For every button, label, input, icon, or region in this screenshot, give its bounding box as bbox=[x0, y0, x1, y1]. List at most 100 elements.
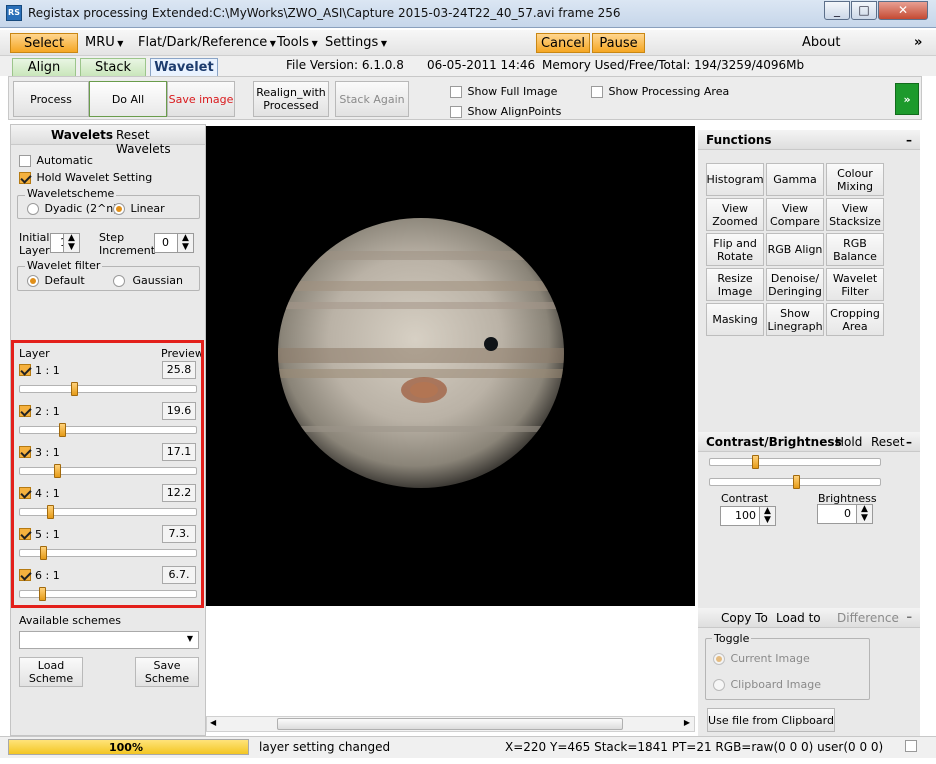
load-to-button[interactable]: Load to bbox=[776, 611, 821, 625]
scroll-right-icon[interactable]: ▶ bbox=[684, 718, 690, 727]
show-processing-area-checkbox[interactable] bbox=[591, 86, 603, 98]
current-image-option[interactable]: Current Image bbox=[713, 652, 810, 665]
automatic-option[interactable]: Automatic bbox=[19, 154, 93, 167]
app-icon: RS bbox=[6, 5, 22, 21]
function-button-histogram[interactable]: Histogram bbox=[706, 163, 764, 196]
gaussian-filter-radio[interactable] bbox=[113, 275, 125, 287]
do-all-button[interactable]: Do All bbox=[89, 81, 167, 117]
show-processing-area-option[interactable]: Show Processing Area bbox=[591, 85, 729, 98]
dropdown-arrow-icon: ▼ bbox=[309, 39, 318, 48]
contrast-slider[interactable] bbox=[709, 455, 881, 469]
hold-wavelet-checkbox[interactable] bbox=[19, 172, 31, 184]
step-increment-spinner[interactable]: 0 ▲ ▼ bbox=[154, 233, 194, 253]
stack-again-button[interactable]: Stack Again bbox=[335, 81, 409, 117]
spinner-arrows-icon[interactable]: ▲ ▼ bbox=[856, 505, 872, 523]
tab-stack[interactable]: Stack bbox=[80, 58, 146, 76]
show-full-image-option[interactable]: Show Full Image bbox=[450, 85, 557, 98]
clipboard-image-radio[interactable] bbox=[713, 679, 725, 691]
close-button[interactable]: ✕ bbox=[878, 1, 928, 20]
function-button-show-linegraph[interactable]: Show Linegraph bbox=[766, 303, 824, 336]
current-image-radio[interactable] bbox=[713, 653, 725, 665]
initial-layer-spinner[interactable]: 1 ▲▼ bbox=[50, 233, 80, 253]
collapse-icon[interactable]: – bbox=[906, 130, 912, 150]
function-button-view-compare[interactable]: View Compare bbox=[766, 198, 824, 231]
linear-option[interactable]: Linear bbox=[113, 202, 165, 215]
show-alignpoints-checkbox[interactable] bbox=[450, 106, 462, 118]
process-button[interactable]: Process bbox=[13, 81, 89, 117]
spinner-arrows-icon[interactable]: ▲ ▼ bbox=[177, 234, 193, 252]
hold-button[interactable]: Hold bbox=[835, 432, 862, 452]
image-viewport[interactable] bbox=[206, 126, 695, 606]
gaussian-filter-option[interactable]: Gaussian bbox=[113, 274, 183, 287]
function-button-gamma[interactable]: Gamma bbox=[766, 163, 824, 196]
settings-menu[interactable]: Settings ▼ bbox=[325, 33, 387, 53]
function-button-cropping-area[interactable]: Cropping Area bbox=[826, 303, 884, 336]
spinner-arrows-icon[interactable]: ▲ ▼ bbox=[63, 234, 79, 252]
save-scheme-button[interactable]: Save Scheme bbox=[135, 657, 199, 687]
dyadic-option[interactable]: Dyadic (2^n) bbox=[27, 202, 118, 215]
maximize-button[interactable]: □ bbox=[851, 1, 877, 20]
collapse-icon[interactable]: – bbox=[907, 610, 913, 623]
select-menu[interactable]: Select bbox=[10, 33, 78, 53]
linear-radio[interactable] bbox=[113, 203, 125, 215]
scroll-left-icon[interactable]: ◀ bbox=[210, 718, 216, 727]
scrollbar-thumb[interactable] bbox=[277, 718, 623, 730]
status-message: layer setting changed bbox=[259, 740, 391, 754]
reset-button[interactable]: Reset bbox=[871, 432, 905, 452]
automatic-label: Automatic bbox=[36, 154, 93, 167]
show-full-image-label: Show Full Image bbox=[467, 85, 558, 98]
spinner-arrows-icon[interactable]: ▲ ▼ bbox=[759, 507, 775, 525]
cancel-button[interactable]: Cancel bbox=[536, 33, 590, 53]
menu-overflow-icon[interactable]: » bbox=[914, 33, 922, 53]
load-scheme-button[interactable]: Load Scheme bbox=[19, 657, 83, 687]
brightness-slider[interactable] bbox=[709, 475, 881, 489]
horizontal-scrollbar[interactable]: ◀ ▶ bbox=[206, 716, 695, 732]
function-button-wavelet-filter[interactable]: Wavelet Filter bbox=[826, 268, 884, 301]
hold-wavelet-option[interactable]: Hold Wavelet Setting bbox=[19, 171, 152, 184]
dyadic-radio[interactable] bbox=[27, 203, 39, 215]
function-button-resize-image[interactable]: Resize Image bbox=[706, 268, 764, 301]
difference-button[interactable]: Difference bbox=[837, 611, 899, 625]
copy-to-button[interactable]: Copy To bbox=[721, 611, 768, 625]
about-menu[interactable]: About bbox=[802, 33, 840, 53]
show-full-image-checkbox[interactable] bbox=[450, 86, 462, 98]
automatic-checkbox[interactable] bbox=[19, 155, 31, 167]
flat-dark-reference-menu[interactable]: Flat/Dark/Reference ▼ bbox=[138, 33, 276, 53]
default-filter-radio[interactable] bbox=[27, 275, 39, 287]
mru-label: MRU bbox=[85, 35, 115, 50]
function-button-rgb-align[interactable]: RGB Align bbox=[766, 233, 824, 266]
reset-wavelets-button[interactable]: Reset Wavelets bbox=[116, 128, 205, 156]
expand-toolbar-icon[interactable]: » bbox=[895, 83, 919, 115]
realign-button[interactable]: Realign_with Processed bbox=[253, 81, 329, 117]
function-button-flip-and-rotate[interactable]: Flip and Rotate bbox=[706, 233, 764, 266]
image-blank-area bbox=[206, 606, 695, 716]
function-button-denoise-deringing[interactable]: Denoise/ Deringing bbox=[766, 268, 824, 301]
function-button-rgb-balance[interactable]: RGB Balance bbox=[826, 233, 884, 266]
function-button-masking[interactable]: Masking bbox=[706, 303, 764, 336]
available-schemes-select[interactable]: ▼ bbox=[19, 631, 199, 649]
mru-menu[interactable]: MRU ▼ bbox=[85, 33, 123, 53]
current-image-label: Current Image bbox=[730, 652, 810, 665]
linear-label: Linear bbox=[130, 202, 165, 215]
contrast-slider-thumb[interactable] bbox=[752, 455, 759, 469]
clipboard-image-option[interactable]: Clipboard Image bbox=[713, 678, 821, 691]
dyadic-label: Dyadic (2^n) bbox=[44, 202, 118, 215]
tab-wavelet[interactable]: Wavelet bbox=[150, 58, 218, 76]
minimize-button[interactable]: _ bbox=[824, 1, 850, 20]
pause-button[interactable]: Pause bbox=[592, 33, 645, 53]
tab-align[interactable]: Align bbox=[12, 58, 76, 76]
title-bar: RS Registax processing Extended:C:\MyWor… bbox=[0, 0, 936, 28]
function-button-view-stacksize[interactable]: View Stacksize bbox=[826, 198, 884, 231]
brightness-slider-thumb[interactable] bbox=[793, 475, 800, 489]
collapse-icon[interactable]: – bbox=[906, 432, 912, 452]
layer-highlight-box bbox=[11, 340, 204, 608]
function-button-colour-mixing[interactable]: Colour Mixing bbox=[826, 163, 884, 196]
use-clipboard-button[interactable]: Use file from Clipboard bbox=[707, 708, 835, 732]
brightness-spinner[interactable]: 0 ▲ ▼ bbox=[817, 504, 873, 524]
contrast-spinner[interactable]: 100 ▲ ▼ bbox=[720, 506, 776, 526]
function-button-view-zoomed[interactable]: View Zoomed bbox=[706, 198, 764, 231]
tools-menu[interactable]: Tools ▼ bbox=[277, 33, 318, 53]
default-filter-option[interactable]: Default bbox=[27, 274, 85, 287]
save-image-button[interactable]: Save image bbox=[167, 81, 235, 117]
show-alignpoints-option[interactable]: Show AlignPoints bbox=[450, 105, 561, 118]
